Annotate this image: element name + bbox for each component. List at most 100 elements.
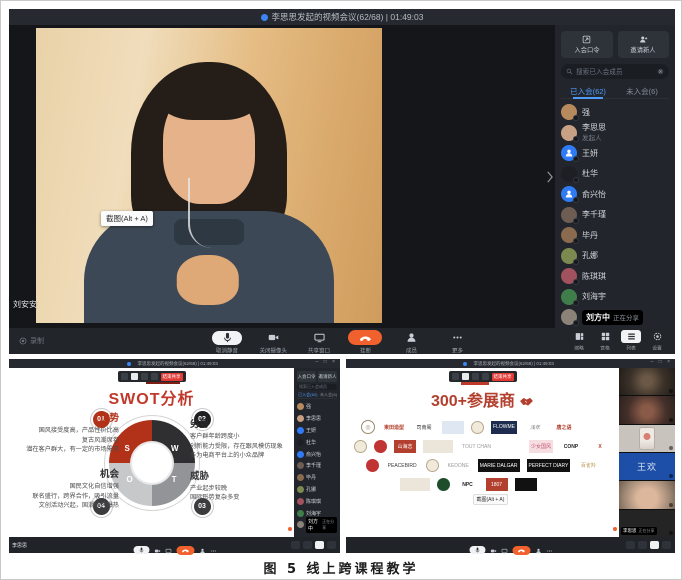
participant-row[interactable]: 李千瑾 [297, 460, 337, 472]
share-tool-icon[interactable] [151, 373, 158, 380]
avatar [297, 415, 304, 422]
record-button[interactable]: 录制 [19, 336, 44, 346]
view-grid-thumb-button[interactable] [626, 541, 635, 549]
invite-button[interactable]: 邀请新人 [318, 371, 337, 382]
participant-row[interactable]: 王妍 [297, 425, 337, 437]
tab-joined[interactable]: 已入会(62) [298, 392, 317, 397]
exhibitor-logo: NPC [457, 478, 479, 491]
mic-button[interactable] [469, 546, 485, 554]
meeting-titlebar: 李思思发起的视频会议(62/68) | 01:49:03 [9, 9, 675, 25]
mic-button[interactable] [133, 546, 149, 554]
clear-search-icon[interactable] [657, 68, 664, 75]
camera-button[interactable]: 关闭摄像头 [254, 330, 292, 355]
participant-row[interactable]: 杜华 [561, 164, 669, 185]
participant-name: 李千瑾 [582, 210, 606, 219]
share-tool-icon[interactable] [482, 373, 489, 380]
members-button[interactable] [535, 541, 541, 559]
hangup-button[interactable] [512, 546, 530, 555]
share-tool-icon[interactable] [131, 373, 138, 380]
avatar [561, 104, 577, 120]
participant-row[interactable]: 李千瑾 [561, 205, 669, 226]
mic-button[interactable]: 取消静音 [208, 330, 246, 355]
share-tool-icon[interactable] [452, 373, 459, 380]
participant-row[interactable]: 杜华 [297, 436, 337, 448]
participant-row[interactable]: 刘海宇 [561, 287, 669, 308]
avatar [297, 521, 304, 528]
share-tool-icon[interactable] [462, 373, 469, 380]
passcode-button[interactable]: 入会口令 [561, 31, 613, 58]
participant-row[interactable]: 俞兴怡 [297, 448, 337, 460]
screen-button[interactable]: 共享窗口 [300, 330, 338, 355]
avatar [561, 248, 577, 264]
participant-row[interactable]: 李思思 [297, 413, 337, 425]
participant-row[interactable]: 俞兴怡 [561, 184, 669, 205]
search-input[interactable]: 搜索已入会成员 [561, 64, 669, 79]
stop-share-button[interactable]: 结束共享 [492, 373, 514, 381]
video-thumbnail[interactable]: 李思思正在分享 [619, 510, 675, 537]
invite-button[interactable]: 邀请新人 [618, 31, 670, 58]
participant-row[interactable]: 刘方中正在分享 [561, 307, 669, 328]
share-tool-icon[interactable] [141, 373, 148, 380]
camera-button[interactable] [154, 541, 160, 559]
participant-row[interactable]: 陈琪琪 [297, 495, 337, 507]
share-screen-button[interactable] [501, 541, 507, 559]
view-grid-button[interactable] [638, 541, 647, 549]
participant-row[interactable]: 刘方中正在分享 [297, 519, 337, 531]
passcode-button[interactable]: 入会口令 [297, 371, 316, 382]
view-list-button[interactable]: 列表 [621, 330, 641, 352]
tab-not-joined[interactable]: 未入会(6) [319, 392, 336, 397]
window-controls[interactable]: – □ × [651, 359, 673, 365]
avatar [297, 451, 304, 458]
stop-share-button[interactable]: 结束共享 [161, 373, 183, 381]
video-thumbnail[interactable] [619, 481, 675, 508]
exhibitor-logo [582, 421, 604, 434]
participant-row[interactable]: 李思思发起人 [561, 123, 669, 144]
participant-row[interactable]: 强 [297, 401, 337, 413]
video-thumbnail[interactable]: 王欢 [619, 453, 675, 480]
video-thumbnail[interactable] [619, 425, 675, 452]
phone-button[interactable]: 挂断 [346, 330, 384, 355]
window-controls[interactable]: – □ × [316, 359, 338, 365]
view-grid-button[interactable]: 宫格 [595, 330, 615, 352]
view-grid-thumb-button[interactable]: 缩略 [569, 330, 589, 352]
muted-mic-icon [669, 474, 673, 478]
view-grid-button[interactable] [303, 541, 312, 549]
search-input[interactable]: 搜索已入会成员 [297, 384, 337, 390]
muted-mic-icon [573, 156, 579, 162]
share-tool-icon[interactable] [121, 373, 128, 380]
participant-row[interactable]: 毕丹 [297, 472, 337, 484]
more-button[interactable] [546, 541, 552, 559]
view-list-button[interactable] [315, 541, 324, 549]
view-gear-button[interactable]: 设置 [647, 330, 667, 352]
participant-row[interactable]: 强 [561, 102, 669, 123]
participant-info: 俞兴怡 [582, 190, 606, 199]
list-icon [627, 332, 636, 341]
mic-icon [138, 547, 144, 553]
hangup-button[interactable] [176, 546, 194, 555]
participant-row[interactable]: 孔娜 [561, 246, 669, 267]
more-button[interactable]: 更多 [438, 330, 476, 355]
participant-row[interactable]: 王妍 [561, 143, 669, 164]
view-grid-thumb-button[interactable] [291, 541, 300, 549]
members-button[interactable] [199, 541, 205, 559]
participant-row[interactable]: 陈琪琪 [561, 266, 669, 287]
invite-person-icon [639, 35, 648, 44]
more-button[interactable] [210, 541, 216, 559]
camera-button[interactable] [490, 541, 496, 559]
participant-name: 李千瑾 [306, 462, 321, 469]
video-thumbnail[interactable] [619, 396, 675, 423]
tab-joined[interactable]: 已入会(62) [561, 84, 615, 98]
view-gear-button[interactable] [662, 541, 671, 549]
share-screen-button[interactable] [165, 541, 171, 559]
video-thumbnail[interactable] [619, 368, 675, 395]
share-tool-icon[interactable] [472, 373, 479, 380]
button-label: 取消静音 [216, 346, 238, 355]
participant-row[interactable]: 毕丹 [561, 225, 669, 246]
tab-not-joined[interactable]: 未入会(6) [615, 84, 669, 98]
swot-letter-t: T [172, 475, 177, 484]
participant-row[interactable]: 孔娜 [297, 484, 337, 496]
view-gear-button[interactable] [327, 541, 336, 549]
collapse-sidebar-chevron-icon[interactable] [546, 171, 553, 183]
person-button[interactable]: 成员 [392, 330, 430, 355]
view-list-button[interactable] [650, 541, 659, 549]
